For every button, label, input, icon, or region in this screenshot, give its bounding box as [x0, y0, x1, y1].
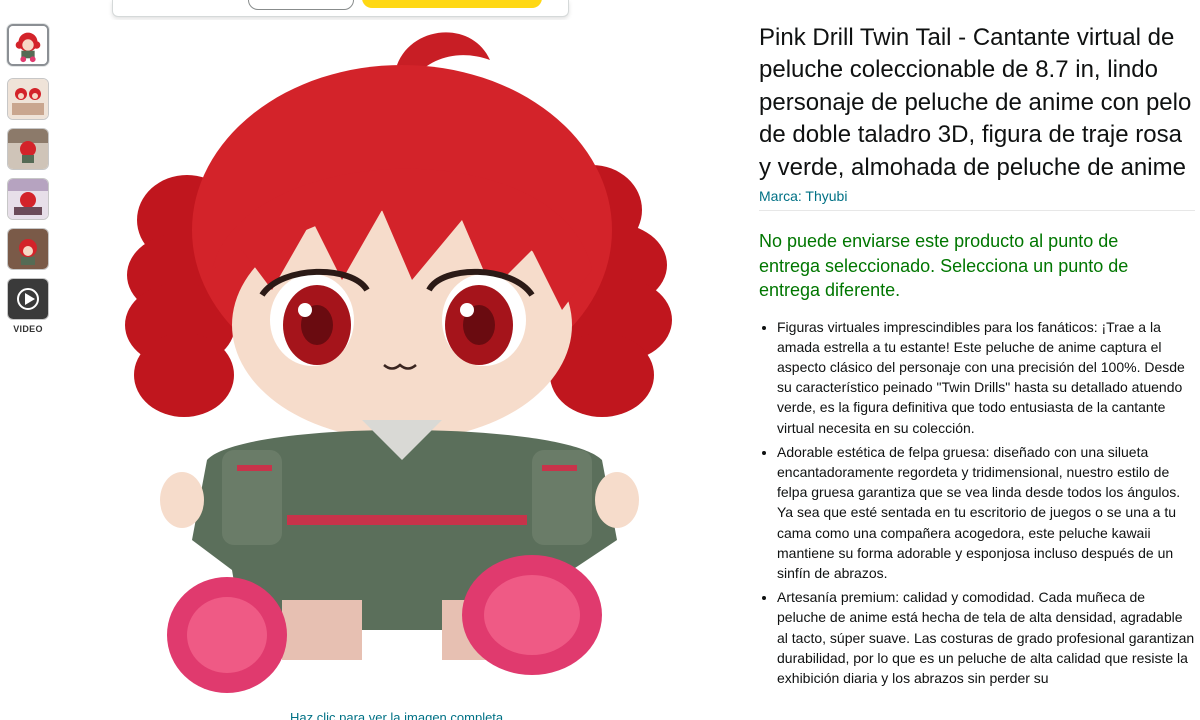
brand-link[interactable]: Marca: Thyubi	[759, 186, 1195, 206]
plush-doll-image	[112, 20, 678, 710]
availability-message: No puede enviarse este producto al punto…	[759, 231, 1129, 301]
popup-primary-button[interactable]	[362, 0, 542, 8]
main-product-image[interactable]	[112, 20, 678, 710]
feature-bullets: Figuras virtuales imprescindibles para l…	[759, 317, 1195, 689]
top-popup-overlay	[112, 0, 569, 17]
thumbnail-1[interactable]	[7, 24, 49, 66]
divider	[759, 210, 1195, 212]
product-thumbnail-icon	[8, 129, 48, 169]
thumbnail-3[interactable]	[7, 128, 49, 170]
thumbnail-4[interactable]	[7, 178, 49, 220]
video-play-icon	[8, 279, 48, 319]
feature-bullet: Artesanía premium: calidad y comodidad. …	[777, 587, 1195, 688]
video-label: VIDEO	[13, 324, 43, 334]
product-title: Pink Drill Twin Tail - Cantante virtual …	[759, 24, 1192, 181]
product-thumbnail-icon	[8, 79, 48, 119]
thumbnail-video[interactable]	[7, 278, 49, 320]
popup-secondary-button[interactable]	[248, 0, 354, 10]
product-thumbnail-icon	[8, 229, 48, 269]
feature-bullet: Figuras virtuales imprescindibles para l…	[777, 317, 1195, 438]
thumbnail-2[interactable]	[7, 78, 49, 120]
thumbnail-strip: VIDEO	[0, 0, 60, 718]
view-full-image-link[interactable]: Haz clic para ver la imagen completa	[290, 710, 503, 720]
feature-bullet: Adorable estética de felpa gruesa: diseñ…	[777, 442, 1195, 583]
product-thumbnail-icon	[8, 179, 48, 219]
product-details: Pink Drill Twin Tail - Cantante virtual …	[759, 22, 1195, 692]
thumbnail-5[interactable]	[7, 228, 49, 270]
product-thumbnail-icon	[9, 26, 47, 64]
